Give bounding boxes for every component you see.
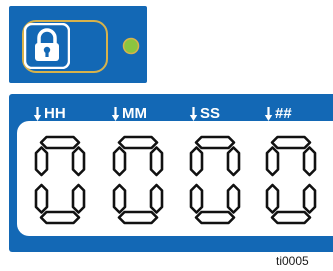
display-digit: [112, 135, 164, 225]
digit-segment: [149, 183, 164, 214]
digit-segment: [71, 146, 86, 177]
down-arrow-icon: [111, 107, 120, 121]
digit-segment: [226, 183, 241, 214]
digit-segment: [112, 146, 127, 177]
seven-segment-digits: [34, 135, 317, 225]
digit-segment: [149, 146, 164, 177]
digit-segment: [34, 183, 49, 214]
display-digit: [189, 135, 241, 225]
digit-segment: [270, 135, 312, 150]
down-arrow-icon: [264, 107, 273, 121]
digit-segment: [270, 210, 312, 225]
digit-segment: [39, 135, 81, 150]
digit-segment: [189, 146, 204, 177]
digit-segment: [71, 183, 86, 214]
status-led-icon: [122, 37, 140, 55]
digit-segment: [194, 210, 236, 225]
digit-segment: [265, 146, 280, 177]
digit-segment: [34, 146, 49, 177]
down-arrow-icon: [189, 107, 198, 121]
digit-segment: [194, 135, 236, 150]
digit-segment: [117, 210, 159, 225]
digit-segment: [265, 183, 280, 214]
display-digit: [34, 135, 86, 225]
digit-segment: [189, 183, 204, 214]
digit-segment: [226, 146, 241, 177]
digit-segment: [302, 146, 317, 177]
down-arrow-icon: [33, 107, 42, 121]
digit-segment: [112, 183, 127, 214]
digit-segment: [117, 135, 159, 150]
display-digit: [265, 135, 317, 225]
figure-reference: ti0005: [276, 254, 309, 268]
digit-segment: [302, 183, 317, 214]
padlock-icon[interactable]: [23, 22, 71, 70]
digit-segment: [39, 210, 81, 225]
lock-status-panel: [9, 6, 147, 83]
lcd-display: [17, 121, 333, 236]
